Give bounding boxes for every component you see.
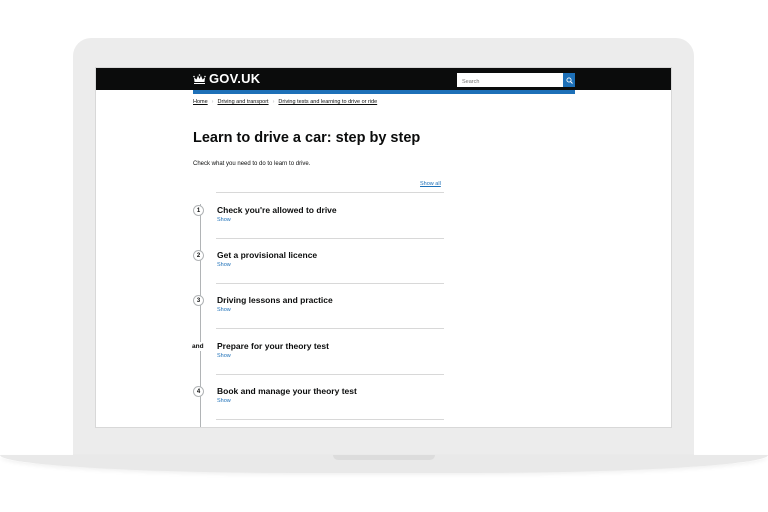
divider: [216, 283, 444, 284]
step-item: 3 Driving lessons and practice Show: [96, 295, 671, 340]
step-and-marker: and: [192, 342, 204, 351]
show-all-link[interactable]: Show all: [420, 181, 441, 187]
header-accent-bar: [193, 90, 575, 94]
step-title[interactable]: Prepare for your theory test: [217, 341, 329, 351]
divider: [216, 328, 444, 329]
step-item: 1 Check you're allowed to drive Show: [96, 205, 671, 250]
govuk-logo-link[interactable]: GOV.UK: [193, 72, 260, 86]
breadcrumb: Home › Driving and transport › Driving t…: [193, 99, 377, 105]
crown-icon: [193, 74, 206, 84]
magnifier-icon: [565, 76, 573, 84]
page-title: Learn to drive a car: step by step: [193, 130, 421, 146]
step-show-toggle[interactable]: Show: [217, 262, 231, 268]
laptop-notch: [333, 455, 435, 460]
breadcrumb-driving-and-transport[interactable]: Driving and transport: [218, 99, 269, 105]
step-number: 1: [193, 205, 204, 216]
logo-text: GOV.UK: [209, 71, 261, 86]
divider: [216, 238, 444, 239]
page-lede: Check what you need to do to learn to dr…: [193, 161, 311, 167]
breadcrumb-driving-tests[interactable]: Driving tests and learning to drive or r…: [278, 99, 377, 105]
step-title[interactable]: Book and manage your theory test: [217, 386, 357, 396]
step-number: 4: [193, 386, 204, 397]
breadcrumb-home[interactable]: Home: [193, 99, 208, 105]
step-title[interactable]: Driving lessons and practice: [217, 295, 333, 305]
divider: [216, 192, 444, 193]
step-show-toggle[interactable]: Show: [217, 353, 231, 359]
step-title[interactable]: Check you're allowed to drive: [217, 205, 337, 215]
step-show-toggle[interactable]: Show: [217, 398, 231, 404]
step-show-toggle[interactable]: Show: [217, 307, 231, 313]
step-number: 2: [193, 250, 204, 261]
search-button[interactable]: [563, 73, 575, 87]
divider: [216, 374, 444, 375]
breadcrumb-separator: ›: [272, 99, 275, 105]
step-item: 4 Book and manage your theory test Show: [96, 386, 671, 427]
step-show-toggle[interactable]: Show: [217, 217, 231, 223]
step-item: 2 Get a provisional licence Show: [96, 250, 671, 295]
step-item: and Prepare for your theory test Show: [96, 341, 671, 386]
step-number: 3: [193, 295, 204, 306]
divider: [216, 419, 444, 420]
breadcrumb-separator: ›: [211, 99, 214, 105]
search-input[interactable]: [457, 73, 563, 87]
browser-viewport: GOV.UK Home › Driving and transport › Dr…: [95, 67, 672, 428]
step-title[interactable]: Get a provisional licence: [217, 250, 317, 260]
site-header: GOV.UK: [96, 68, 671, 90]
